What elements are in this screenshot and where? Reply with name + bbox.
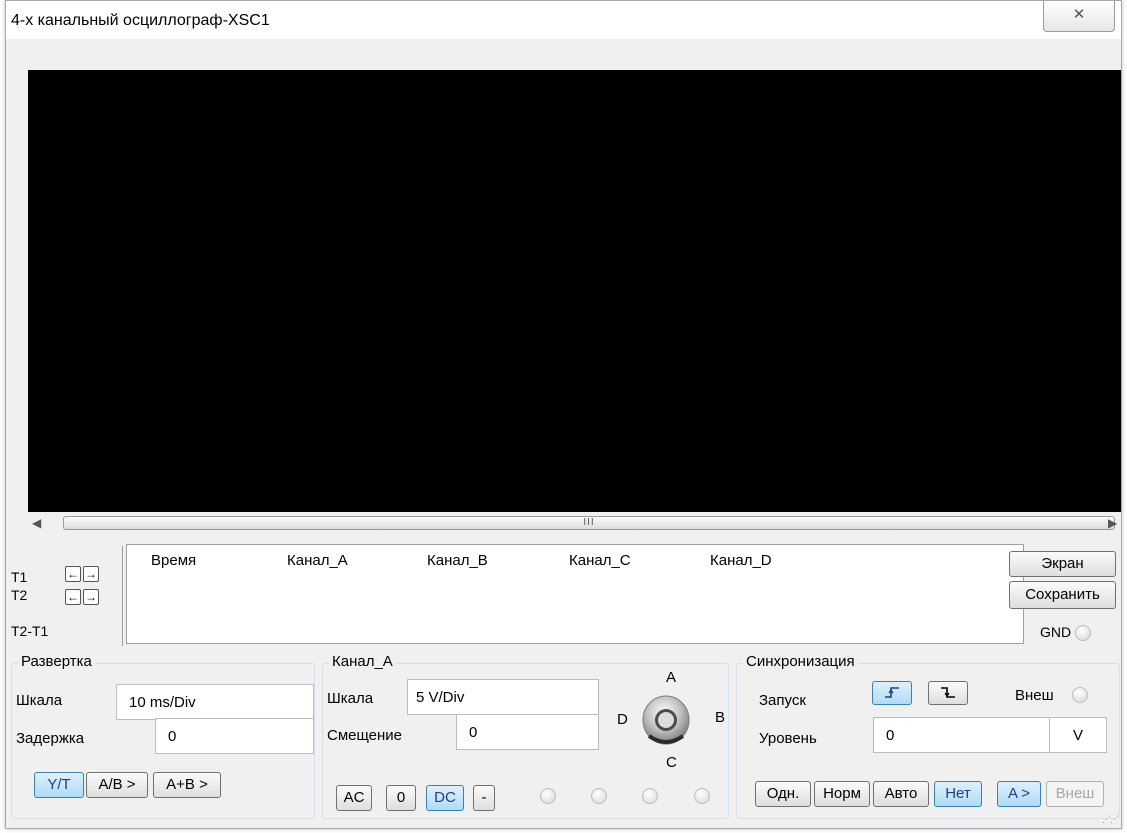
readout-panel: Время Канал_A Канал_B Канал_C Канал_D <box>126 544 1024 644</box>
oscilloscope-window: 4-х канальный осциллограф-XSC1 ✕ ◀ III ▶… <box>5 0 1122 829</box>
arrow-left-icon: ← <box>67 567 79 581</box>
trigger-normal-button[interactable]: Норм <box>814 781 870 807</box>
resize-grip-icon[interactable]: ⋰⋰ <box>1102 814 1119 825</box>
gnd-label: GND <box>1040 624 1072 640</box>
t1-right-button[interactable]: → <box>83 566 99 582</box>
timebase-scale-label: Шкала <box>16 692 63 709</box>
arrow-right-icon: → <box>85 590 97 604</box>
close-icon: ✕ <box>1072 6 1086 23</box>
trigger-level-label: Уровень <box>759 730 817 747</box>
trigger-source-a-button[interactable]: A > <box>997 781 1041 807</box>
oscilloscope-screen[interactable] <box>28 70 1121 512</box>
t1-left-button[interactable]: ← <box>65 566 81 582</box>
trigger-single-button[interactable]: Одн. <box>755 781 811 807</box>
scroll-thumb-grip: III <box>583 517 595 528</box>
close-button[interactable]: ✕ <box>1043 1 1115 32</box>
trigger-rising-edge-button[interactable] <box>872 681 912 705</box>
t2-right-button[interactable]: → <box>83 589 99 605</box>
trigger-level-field[interactable]: 0 <box>873 717 1051 753</box>
knob-icon <box>642 695 690 745</box>
timebase-delay-field[interactable]: 0 <box>155 718 314 754</box>
channel-b-terminal[interactable] <box>591 788 607 804</box>
selector-label-c: C <box>666 754 677 771</box>
channel-scale-field[interactable]: 5 V/Div <box>407 679 599 715</box>
timebase-title: Развертка <box>18 653 95 670</box>
readout-header-channel-b: Канал_B <box>427 552 488 569</box>
scroll-thumb[interactable]: III <box>63 516 1115 530</box>
falling-edge-icon <box>941 687 955 698</box>
trigger-falling-edge-button[interactable] <box>928 681 968 705</box>
selector-label-d: D <box>617 711 628 728</box>
coupling-dc-button[interactable]: DC <box>426 785 464 811</box>
t2-t1-label: T2-T1 <box>11 623 49 639</box>
channel-c-terminal[interactable] <box>642 788 658 804</box>
channel-offset-field[interactable]: 0 <box>456 714 599 750</box>
timebase-scale-field[interactable]: 10 ms/Div <box>116 684 314 720</box>
selector-label-a: A <box>666 669 677 686</box>
readout-header-channel-a: Канал_A <box>287 552 348 569</box>
t2-left-button[interactable]: ← <box>65 589 81 605</box>
trigger-ext-terminal[interactable] <box>1072 687 1088 703</box>
channel-a-terminal[interactable] <box>540 788 556 804</box>
trigger-auto-button[interactable]: Авто <box>873 781 929 807</box>
mode-ab-button[interactable]: A/B > <box>86 772 148 798</box>
scroll-right-icon[interactable]: ▶ <box>1108 516 1117 530</box>
divider <box>122 546 123 646</box>
mode-aplusb-button[interactable]: A+B > <box>153 772 221 798</box>
coupling-ac-button[interactable]: AC <box>336 785 372 811</box>
gnd-terminal[interactable] <box>1075 625 1091 641</box>
trigger-level-unit[interactable]: V <box>1049 717 1107 753</box>
arrow-right-icon: → <box>85 567 97 581</box>
trigger-title: Синхронизация <box>743 653 858 670</box>
coupling-zero-button[interactable]: 0 <box>386 785 416 811</box>
selector-label-b: B <box>715 709 726 726</box>
readout-header-channel-c: Канал_C <box>569 552 631 569</box>
readout-header-channel-d: Канал_D <box>710 552 772 569</box>
scroll-left-icon[interactable]: ◀ <box>32 516 41 530</box>
screen-button[interactable]: Экран <box>1009 551 1116 577</box>
channel-invert-button[interactable]: - <box>473 785 495 811</box>
channel-title: Канал_A <box>329 653 396 670</box>
channel-scale-label: Шкала <box>327 690 374 707</box>
trigger-ext-label: Внеш <box>1015 687 1054 704</box>
arrow-left-icon: ← <box>67 590 79 604</box>
save-button[interactable]: Сохранить <box>1009 581 1116 609</box>
trigger-edge-label: Запуск <box>759 692 806 709</box>
trigger-none-button[interactable]: Нет <box>934 781 982 807</box>
t1-label: T1 <box>11 569 28 585</box>
timebase-delay-label: Задержка <box>16 730 85 747</box>
trigger-source-ext-button[interactable]: Внеш <box>1046 781 1104 807</box>
t2-label: T2 <box>11 587 28 603</box>
mode-yt-button[interactable]: Y/T <box>34 772 84 798</box>
channel-offset-label: Смещение <box>327 727 403 744</box>
rising-edge-icon <box>885 687 899 698</box>
title-bar: 4-х канальный осциллограф-XSC1 ✕ <box>6 1 1121 39</box>
channel-selector-knob[interactable] <box>641 694 691 746</box>
readout-header-time: Время <box>151 552 197 569</box>
channel-d-terminal[interactable] <box>694 788 710 804</box>
window-title: 4-х канальный осциллограф-XSC1 <box>11 12 270 29</box>
horizontal-scrollbar[interactable]: ◀ III ▶ <box>28 514 1121 534</box>
